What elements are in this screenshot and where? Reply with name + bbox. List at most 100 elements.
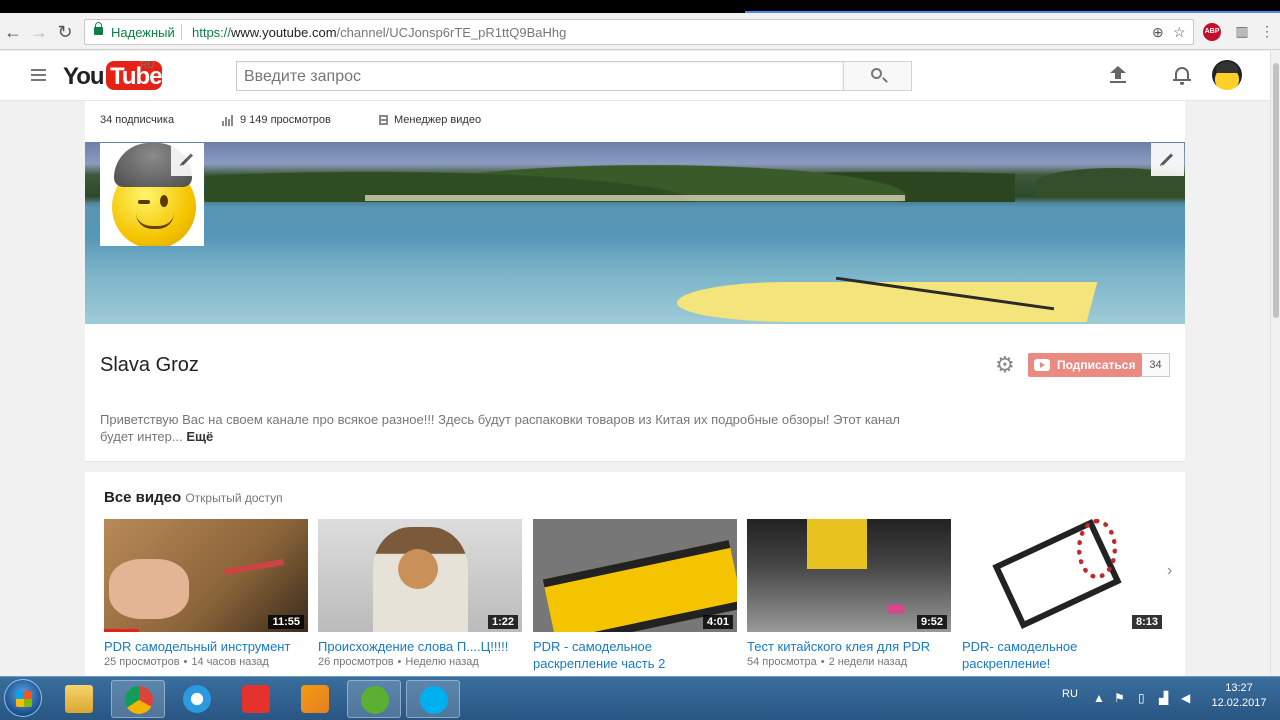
views-count: 9 149 просмотров bbox=[240, 114, 331, 126]
section-title-text: Все видео bbox=[104, 489, 182, 506]
video-thumbnail[interactable]: 8:13 bbox=[962, 519, 1166, 632]
taskbar-chrome-icon[interactable] bbox=[111, 680, 165, 718]
search-icon bbox=[871, 68, 882, 79]
logo-region: RU bbox=[140, 60, 155, 71]
reload-icon[interactable]: ↻ bbox=[54, 21, 76, 43]
all-videos-section: Все видео Открытый доступ 11:55 PDR само… bbox=[85, 472, 1185, 676]
video-thumbnail[interactable]: 11:55 bbox=[104, 519, 308, 632]
edit-avatar-pencil-icon[interactable] bbox=[171, 143, 204, 176]
video-duration: 11:55 bbox=[268, 615, 304, 629]
taskbar-media-player-icon[interactable] bbox=[288, 680, 342, 718]
video-card[interactable]: 4:01 PDR - самодельное раскрепление част… bbox=[533, 519, 737, 672]
logo-you-text: You bbox=[63, 63, 105, 90]
watch-progress-bar bbox=[104, 629, 139, 632]
channel-stats-bar: 34 подписчика 9 149 просмотров Менеджер … bbox=[85, 101, 1185, 142]
channel-banner bbox=[85, 142, 1185, 324]
video-manager-link[interactable]: Менеджер видео bbox=[379, 114, 481, 126]
url-host: www.youtube.com bbox=[231, 25, 337, 40]
volume-icon[interactable]: ◀ bbox=[1181, 691, 1190, 705]
video-thumbnail[interactable]: 1:22 bbox=[318, 519, 522, 632]
banner-palm-trees bbox=[205, 142, 1015, 202]
account-avatar[interactable] bbox=[1212, 60, 1242, 90]
action-center-flag-icon[interactable]: ⚑ bbox=[1114, 691, 1125, 705]
video-views: 54 просмотра bbox=[747, 656, 817, 668]
battery-icon[interactable]: ▯ bbox=[1138, 691, 1145, 705]
start-button[interactable] bbox=[4, 679, 42, 717]
browser-toolbar: ← → ↻ Надежный https://www.youtube.com/c… bbox=[0, 13, 1280, 50]
hamburger-menu-icon[interactable] bbox=[31, 69, 46, 81]
section-title[interactable]: Все видео Открытый доступ bbox=[104, 489, 283, 506]
search-input[interactable]: Введите запрос bbox=[236, 61, 844, 91]
video-manager-icon bbox=[379, 115, 388, 126]
scrollbar-thumb[interactable] bbox=[1273, 63, 1279, 318]
url-path: /channel/UCJonsp6rTE_pR1ttQ9BaHhg bbox=[336, 25, 567, 40]
taskbar-utorrent-icon[interactable] bbox=[347, 680, 401, 718]
video-thumbnail[interactable]: 9:52 bbox=[747, 519, 951, 632]
views-stat: 9 149 просмотров bbox=[222, 114, 331, 127]
subscriber-count: 34 подписчика bbox=[100, 114, 175, 126]
video-duration: 4:01 bbox=[702, 615, 733, 629]
system-clock[interactable]: 13:27 12.02.2017 bbox=[1205, 681, 1273, 711]
chrome-menu-icon[interactable]: ⋮ bbox=[1256, 20, 1278, 42]
video-card[interactable]: 9:52 Тест китайского клея для PDR 54 про… bbox=[747, 519, 951, 668]
adblock-icon[interactable]: ABP bbox=[1203, 23, 1221, 41]
channel-info: Slava Groz ⚙ Подписаться 34 Приветствую … bbox=[85, 324, 1185, 462]
bookmark-star-icon[interactable]: ☆ bbox=[1173, 24, 1186, 41]
forward-icon[interactable]: → bbox=[28, 21, 50, 43]
channel-name: Slava Groz bbox=[100, 354, 199, 376]
video-meta: 26 просмотров • Неделю назад bbox=[318, 656, 479, 668]
secure-label: Надежный bbox=[111, 25, 175, 40]
notifications-bell-icon[interactable] bbox=[1173, 65, 1191, 85]
url-protocol: https:// bbox=[192, 25, 232, 40]
language-indicator[interactable]: RU bbox=[1062, 688, 1078, 700]
banner-beach bbox=[365, 195, 905, 201]
subscribe-count: 34 bbox=[1142, 353, 1170, 377]
gear-icon[interactable]: ⚙ bbox=[995, 354, 1015, 376]
subscribe-label: Подписаться bbox=[1057, 358, 1136, 372]
taskbar-yandex-icon[interactable] bbox=[229, 680, 283, 718]
youtube-play-icon bbox=[1034, 359, 1050, 371]
video-age: Неделю назад bbox=[405, 656, 479, 668]
video-title[interactable]: PDR- самодельное раскрепление! bbox=[962, 638, 1166, 672]
video-card[interactable]: 11:55 PDR самодельный инструмент 25 прос… bbox=[104, 519, 308, 668]
windows-logo-icon bbox=[16, 691, 32, 707]
video-title[interactable]: PDR - самодельное раскрепление часть 2 bbox=[533, 638, 737, 672]
bar-chart-icon bbox=[222, 114, 234, 127]
video-title[interactable]: PDR самодельный инструмент bbox=[104, 638, 308, 655]
tray-expand-icon[interactable]: ▲ bbox=[1093, 691, 1105, 705]
taskbar-skype-icon[interactable] bbox=[406, 680, 460, 718]
smiley-eye-left bbox=[138, 200, 150, 204]
youtube-header: You Tube RU Введите запрос bbox=[0, 51, 1270, 101]
video-duration: 8:13 bbox=[1131, 615, 1162, 629]
network-signal-icon[interactable]: ▟ bbox=[1159, 691, 1168, 705]
video-card[interactable]: 8:13 PDR- самодельное раскрепление! bbox=[962, 519, 1166, 672]
lock-icon bbox=[94, 22, 103, 35]
omnibox-divider bbox=[181, 24, 182, 40]
more-link[interactable]: Ещё bbox=[186, 429, 213, 444]
channel-description: Приветствую Вас на своем канале про всяк… bbox=[100, 411, 930, 445]
video-duration: 1:22 bbox=[487, 615, 518, 629]
video-age: 2 недели назад bbox=[828, 656, 908, 668]
subscribe-button[interactable]: Подписаться bbox=[1028, 353, 1142, 377]
video-thumbnail[interactable]: 4:01 bbox=[533, 519, 737, 632]
video-title[interactable]: Происхождение слова П....Ц!!!!! bbox=[318, 638, 522, 655]
banner-kayak bbox=[671, 282, 1098, 322]
video-card[interactable]: 1:22 Происхождение слова П....Ц!!!!! 26 … bbox=[318, 519, 522, 668]
video-meta: 54 просмотра • 2 недели назад bbox=[747, 656, 908, 668]
video-views: 25 просмотров bbox=[104, 656, 180, 668]
back-icon[interactable]: ← bbox=[2, 21, 24, 43]
edit-banner-pencil-icon[interactable] bbox=[1151, 143, 1184, 176]
search-button[interactable] bbox=[843, 61, 912, 91]
video-title[interactable]: Тест китайского клея для PDR bbox=[747, 638, 951, 655]
page-scrollbar[interactable] bbox=[1270, 51, 1280, 676]
zoom-icon[interactable]: ⊕ bbox=[1152, 24, 1164, 41]
url-text[interactable]: https://www.youtube.com/channel/UCJonsp6… bbox=[192, 25, 566, 40]
extension-icon[interactable]: ▥ bbox=[1231, 20, 1253, 42]
video-meta: 25 просмотров • 14 часов назад bbox=[104, 656, 269, 668]
taskbar-explorer-icon[interactable] bbox=[52, 680, 106, 718]
chevron-right-icon[interactable]: › bbox=[1167, 562, 1172, 580]
address-bar[interactable]: Надежный https://www.youtube.com/channel… bbox=[84, 19, 1194, 45]
window-top-strip bbox=[0, 0, 1280, 13]
taskbar-ie-icon[interactable] bbox=[170, 680, 224, 718]
upload-icon[interactable] bbox=[1110, 66, 1126, 84]
